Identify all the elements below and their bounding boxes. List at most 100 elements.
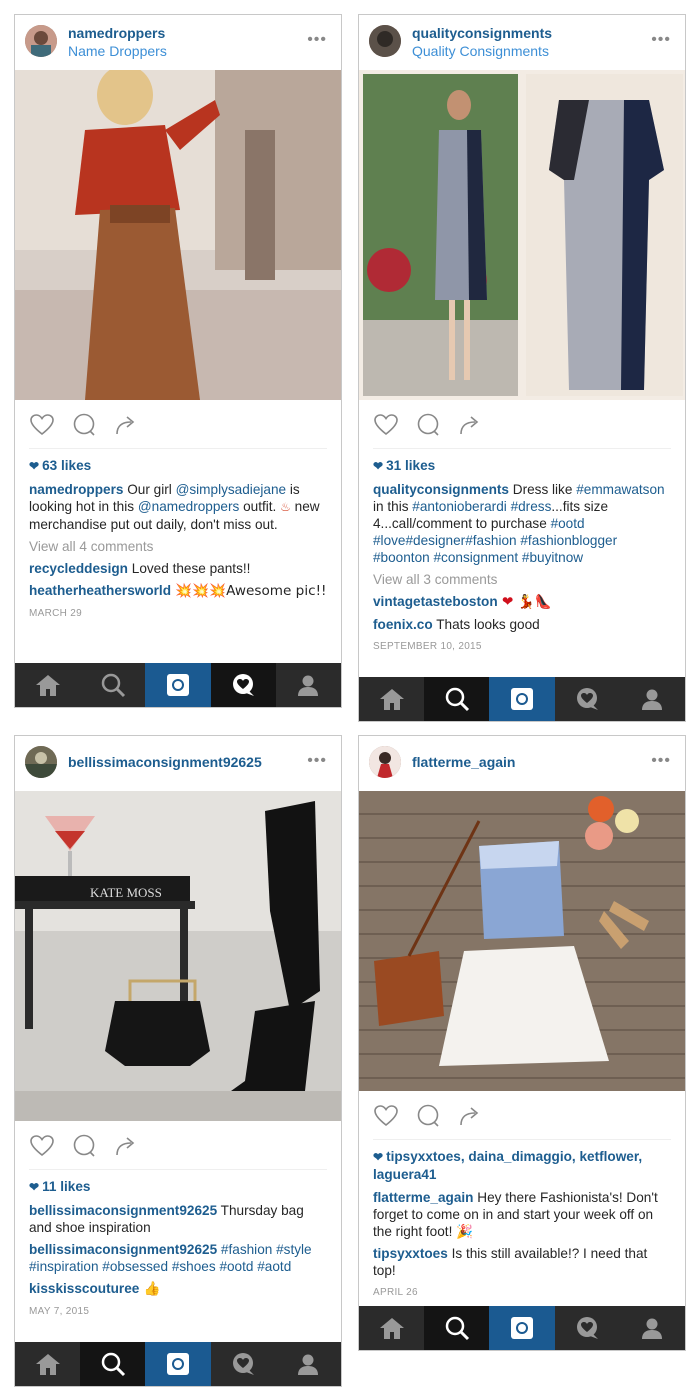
comment: bellissimaconsignment92625 #fashion #sty… xyxy=(29,1242,312,1274)
more-options-icon[interactable]: ••• xyxy=(651,31,671,49)
profile-icon xyxy=(298,675,319,696)
tab-home[interactable] xyxy=(15,663,80,707)
tab-home[interactable] xyxy=(359,1306,424,1350)
profile-icon xyxy=(642,1318,663,1339)
tab-search[interactable] xyxy=(424,677,490,721)
post-photo[interactable] xyxy=(359,70,685,400)
caption-username[interactable]: qualityconsignments xyxy=(373,482,509,497)
post-date: SEPTEMBER 10, 2015 xyxy=(373,641,482,652)
home-icon xyxy=(35,675,60,696)
avatar[interactable] xyxy=(25,746,57,778)
tab-activity[interactable] xyxy=(555,677,620,721)
search-icon xyxy=(101,1352,125,1377)
view-all-comments[interactable]: View all 3 comments xyxy=(373,571,671,588)
tab-profile[interactable] xyxy=(276,1342,341,1386)
post-namedroppers: namedroppers Name Droppers ••• ❤ 63 likes… xyxy=(14,14,342,708)
username[interactable]: flatterme_again xyxy=(412,754,515,770)
tab-profile[interactable] xyxy=(276,663,341,707)
mention-link[interactable]: @simplysadiejane xyxy=(176,482,287,497)
username[interactable]: qualityconsignments xyxy=(412,25,552,41)
tab-home[interactable] xyxy=(15,1342,80,1386)
tab-camera[interactable] xyxy=(145,1342,211,1386)
avatar[interactable] xyxy=(369,25,401,57)
tab-home[interactable] xyxy=(359,677,424,721)
tab-search[interactable] xyxy=(80,1342,146,1386)
view-all-comments[interactable]: View all 4 comments xyxy=(29,538,327,555)
likes-count[interactable]: ❤ 11 likes xyxy=(29,1178,327,1196)
comment: tipsyxxtoes Is this still available!? I … xyxy=(373,1246,648,1278)
post-header: qualityconsignments Quality Consignments… xyxy=(359,15,685,70)
hashtag-link[interactable]: #dress xyxy=(511,499,552,514)
comment-icon[interactable] xyxy=(415,1103,441,1129)
tab-profile[interactable] xyxy=(620,677,685,721)
more-options-icon[interactable]: ••• xyxy=(307,31,327,49)
tab-search[interactable] xyxy=(80,663,145,707)
hashtag-link[interactable]: #emmawatson xyxy=(576,482,664,497)
heart-icon[interactable] xyxy=(373,412,399,438)
post-photo[interactable]: KATE MOSS xyxy=(15,791,341,1121)
post-body: ❤ 63 likes namedroppers Our girl @simplys… xyxy=(15,449,341,622)
comment-icon[interactable] xyxy=(415,412,441,438)
book-title: KATE MOSS xyxy=(90,885,162,900)
post-body: ❤ 31 likes qualityconsignments Dress like… xyxy=(359,449,685,655)
post-date: MARCH 29 xyxy=(29,608,82,619)
share-icon[interactable] xyxy=(457,412,483,438)
search-icon xyxy=(445,1316,469,1341)
share-icon[interactable] xyxy=(113,412,139,438)
home-icon xyxy=(379,689,404,710)
tab-camera[interactable] xyxy=(489,1306,555,1350)
heart-icon[interactable] xyxy=(29,412,55,438)
profile-icon xyxy=(298,1354,319,1375)
mention-link[interactable]: @namedroppers xyxy=(138,499,239,514)
likes-list[interactable]: ❤ tipsyxxtoes, daina_dimaggio, ketflower,… xyxy=(373,1148,671,1183)
location[interactable]: Name Droppers xyxy=(68,43,167,59)
heart-icon[interactable] xyxy=(373,1103,399,1129)
home-icon xyxy=(35,1354,60,1375)
caption-username[interactable]: namedroppers xyxy=(29,482,123,497)
location[interactable]: Quality Consignments xyxy=(412,43,549,59)
search-icon xyxy=(445,687,469,712)
tab-profile[interactable] xyxy=(620,1306,685,1350)
search-icon xyxy=(101,673,125,698)
comment: heatherheathersworld 💥💥💥Awesome pic!! xyxy=(29,583,327,599)
hashtag-link[interactable]: #antonioberardi xyxy=(412,499,506,514)
tab-camera[interactable] xyxy=(489,677,555,721)
tab-activity[interactable] xyxy=(211,1342,276,1386)
username[interactable]: namedroppers xyxy=(68,25,165,41)
tab-bar xyxy=(15,663,341,707)
likes-count[interactable]: ❤ 63 likes xyxy=(29,457,327,475)
tab-activity[interactable] xyxy=(210,663,276,707)
caption: bellissimaconsignment92625 Thursday bag … xyxy=(29,1203,304,1235)
comment: foenix.co Thats looks good xyxy=(373,617,540,632)
tab-bar xyxy=(15,1342,341,1386)
username[interactable]: bellissimaconsignment92625 xyxy=(68,754,262,770)
comment: vintagetasteboston ❤ 💃👠 xyxy=(373,594,552,610)
likes-count[interactable]: ❤ 31 likes xyxy=(373,457,671,475)
activity-icon xyxy=(577,1317,599,1339)
share-icon[interactable] xyxy=(457,1103,483,1129)
tab-camera[interactable] xyxy=(145,663,211,707)
comment-icon[interactable] xyxy=(71,1133,97,1159)
activity-icon xyxy=(233,1353,255,1375)
caption: namedroppers Our girl @simplysadiejane i… xyxy=(29,482,320,532)
comment-icon[interactable] xyxy=(71,412,97,438)
camera-icon xyxy=(511,1317,533,1339)
tab-search[interactable] xyxy=(424,1306,490,1350)
avatar[interactable] xyxy=(369,746,401,778)
heart-icon[interactable] xyxy=(29,1133,55,1159)
more-options-icon[interactable]: ••• xyxy=(307,752,327,770)
comment: recycleddesign Loved these pants!! xyxy=(29,561,251,576)
post-qualityconsignments: qualityconsignments Quality Consignments… xyxy=(358,14,686,722)
camera-icon xyxy=(167,674,189,696)
action-bar xyxy=(373,1091,671,1140)
action-bar xyxy=(373,400,671,449)
comment: kisskisscouturee 👍 xyxy=(29,1281,161,1297)
share-icon[interactable] xyxy=(113,1133,139,1159)
post-photo[interactable] xyxy=(359,791,685,1091)
tab-activity[interactable] xyxy=(555,1306,620,1350)
more-options-icon[interactable]: ••• xyxy=(651,752,671,770)
post-photo[interactable] xyxy=(15,70,341,400)
camera-icon xyxy=(511,688,533,710)
post-flatterme-again: flatterme_again ••• ❤ tipsyxxtoes, daina… xyxy=(358,735,686,1351)
avatar[interactable] xyxy=(25,25,57,57)
